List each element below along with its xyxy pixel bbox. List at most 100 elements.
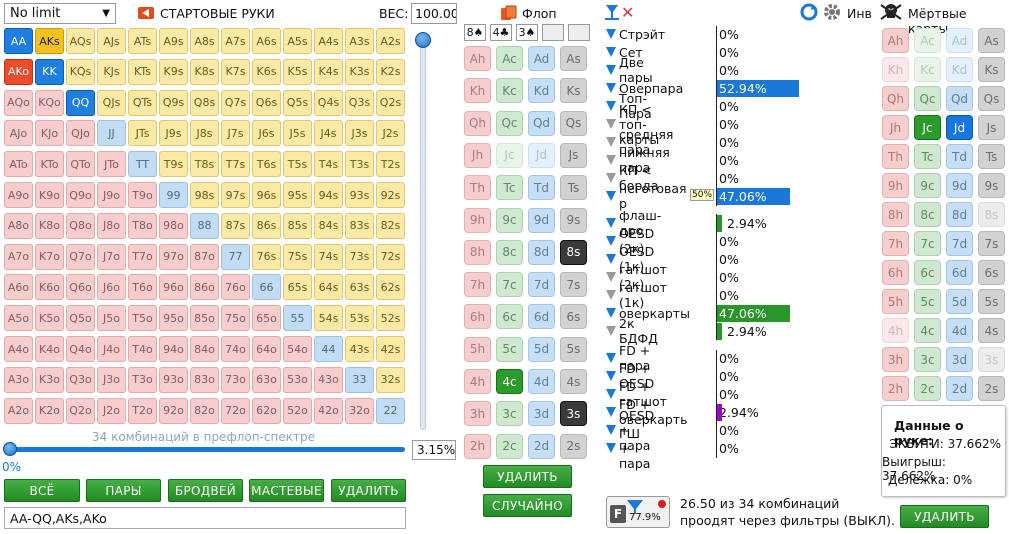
card-6h[interactable]: 6h [464,304,491,330]
card-5c[interactable]: 5c [914,289,941,314]
hand-cell-Q4o[interactable]: Q4o [66,336,95,362]
hand-cell-72s[interactable]: 72s [376,243,405,270]
card-8h[interactable]: 8h [464,239,491,265]
hand-cell-72o[interactable]: 72o [221,397,250,424]
flop-delete-button[interactable]: УДАЛИТЬ [483,465,572,488]
hand-cell-86o[interactable]: 86o [190,274,219,301]
hand-cell-43o[interactable]: 43o [314,366,343,393]
card-4d[interactable]: 4d [528,369,555,394]
card-Ac[interactable]: Ac [914,28,941,53]
hand-cell-K9s[interactable]: K9s [159,58,188,85]
hand-cell-52o[interactable]: 52o [283,397,312,424]
filter-funnel-icon[interactable] [606,155,616,165]
range-slider-handle[interactable] [3,442,17,456]
hand-cell-J7o[interactable]: J7o [97,243,126,270]
filter-row[interactable]: ГШ + пара [606,426,650,471]
card-Ah[interactable]: Ah [882,28,909,53]
hand-cell-K3o[interactable]: K3o [35,366,64,393]
hand-cell-A9s[interactable]: A9s [159,28,188,54]
card-Jc[interactable]: Jc [496,142,523,168]
card-Qh[interactable]: Qh [464,110,491,136]
card-6s[interactable]: 6s [560,304,587,330]
card-Jh[interactable]: Jh [464,142,491,168]
card-Kc[interactable]: Kc [496,78,523,104]
card-7d[interactable]: 7d [946,231,973,256]
hand-cell-J5s[interactable]: J5s [283,120,312,147]
card-6d[interactable]: 6d [946,260,973,285]
suited-button[interactable]: МАСТЕВЫЕ [249,479,324,502]
hand-cell-QTs[interactable]: QTs [128,89,157,116]
hand-cell-A3o[interactable]: A3o [4,366,33,393]
arrow-left-icon[interactable] [137,5,155,21]
hand-cell-98o[interactable]: 98o [159,212,188,239]
card-Ts[interactable]: Ts [978,144,1005,169]
range-percent-field[interactable]: 3.15% [412,440,456,460]
card-9d[interactable]: 9d [946,173,973,198]
hand-cell-KJo[interactable]: KJo [35,120,64,147]
card-3s[interactable]: 3s [560,401,587,427]
filter-funnel-icon[interactable] [606,173,616,183]
hand-cell-T5o[interactable]: T5o [128,305,157,332]
broadway-button[interactable]: БРОДВЕЙ [168,479,243,502]
hand-cell-62o[interactable]: 62o [252,397,281,424]
hand-cell-K8o[interactable]: K8o [35,212,64,239]
hand-cell-Q6o[interactable]: Q6o [66,274,95,301]
card-9d[interactable]: 9d [528,207,555,233]
card-5h[interactable]: 5h [882,289,909,314]
hand-cell-94s[interactable]: 94s [314,182,343,208]
refresh-icon[interactable] [800,3,818,21]
hand-cell-42s[interactable]: 42s [376,336,405,362]
board-card-slot[interactable] [542,24,564,41]
hand-cell-94o[interactable]: 94o [159,336,188,362]
hand-cell-QTo[interactable]: QTo [66,151,95,178]
hand-cell-Q2s[interactable]: Q2s [376,89,405,116]
filter-funnel-icon[interactable] [606,272,616,282]
filter-funnel-icon[interactable] [606,218,616,228]
card-3s[interactable]: 3s [978,347,1005,372]
hand-cell-43s[interactable]: 43s [345,336,374,362]
range-text-input[interactable]: AA-QQ,AKs,AKo [4,507,406,529]
hand-cell-A7o[interactable]: A7o [4,243,33,270]
hand-cell-Q9s[interactable]: Q9s [159,89,188,116]
random-button[interactable]: СЛУЧАЙНО [483,494,572,517]
hand-cell-QJs[interactable]: QJs [97,89,126,116]
hand-cell-63o[interactable]: 63o [252,366,281,393]
board-card-slot[interactable]: 8♠ [464,24,486,41]
hand-cell-AA[interactable]: AA [4,28,33,54]
hand-cell-K9o[interactable]: K9o [35,182,64,208]
filter-funnel-icon[interactable] [606,236,616,246]
card-7h[interactable]: 7h [464,272,491,298]
hand-cell-A8s[interactable]: A8s [190,28,219,54]
hand-cell-T8s[interactable]: T8s [190,151,219,178]
hand-cell-84s[interactable]: 84s [314,212,343,239]
filter-funnel-icon[interactable] [606,47,616,57]
hand-cell-AQs[interactable]: AQs [66,28,95,54]
card-3c[interactable]: 3c [496,401,523,427]
hand-cell-KQo[interactable]: KQo [35,89,64,116]
card-3h[interactable]: 3h [882,347,909,372]
card-Ks[interactable]: Ks [560,78,587,104]
hand-cell-AJs[interactable]: AJs [97,28,126,54]
hand-cell-J6o[interactable]: J6o [97,274,126,301]
hand-cell-K2o[interactable]: K2o [35,397,64,424]
card-8d[interactable]: 8d [946,202,973,227]
hand-cell-85s[interactable]: 85s [283,212,312,239]
card-5s[interactable]: 5s [560,336,587,362]
hand-cell-88[interactable]: 88 [190,212,219,239]
card-2c[interactable]: 2c [496,433,523,459]
card-5c[interactable]: 5c [496,336,523,362]
filter-icon[interactable] [605,4,619,20]
hand-cell-Q4s[interactable]: Q4s [314,89,343,116]
card-9s[interactable]: 9s [560,207,587,233]
card-9h[interactable]: 9h [882,173,909,198]
hand-cell-J3o[interactable]: J3o [97,366,126,393]
card-6c[interactable]: 6c [496,304,523,330]
hand-cell-J7s[interactable]: J7s [221,120,250,147]
hand-cell-44[interactable]: 44 [314,336,343,362]
filter-funnel-icon[interactable] [606,254,616,264]
range-delete-button[interactable]: УДАЛИТЬ [331,479,406,502]
hand-cell-T2s[interactable]: T2s [376,151,405,178]
card-7s[interactable]: 7s [560,272,587,298]
hand-cell-33[interactable]: 33 [345,366,374,393]
card-Jd[interactable]: Jd [946,115,973,140]
